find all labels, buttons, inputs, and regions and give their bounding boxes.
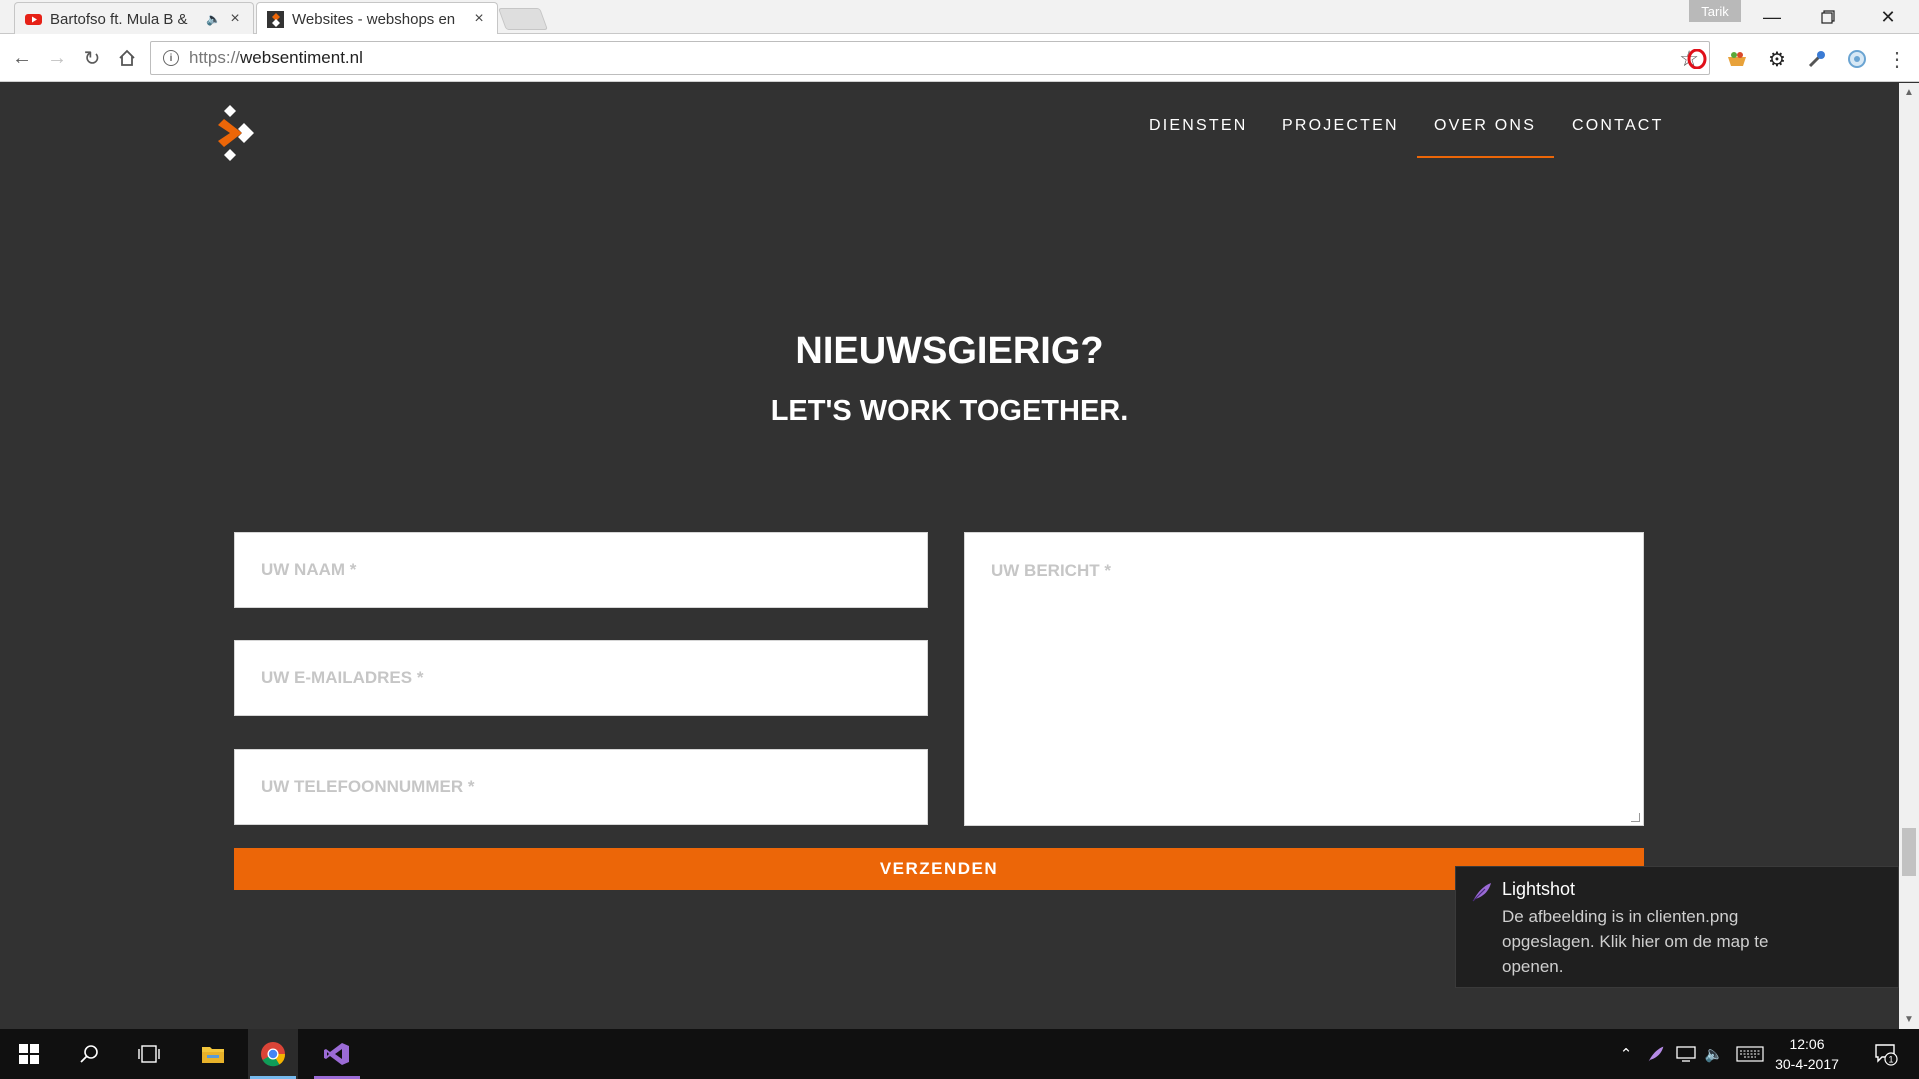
close-window-icon[interactable]: ✕ [1860, 0, 1916, 34]
lightshot-notification[interactable]: Lightshot De afbeelding is in clienten.p… [1455, 866, 1899, 988]
volume-icon[interactable]: 🔈 [1700, 1029, 1728, 1079]
notification-count: 1 [1888, 1055, 1893, 1065]
network-icon[interactable] [1672, 1029, 1700, 1079]
back-arrow-icon[interactable]: ← [8, 44, 36, 72]
file-explorer-icon[interactable] [188, 1029, 238, 1079]
home-icon[interactable] [113, 44, 141, 72]
youtube-icon [25, 13, 42, 25]
notification-title: Lightshot [1502, 879, 1576, 899]
email-input[interactable] [235, 641, 927, 715]
windows-taskbar: ⌃ 🔈 12:06 30-4-2017 1 [0, 1029, 1919, 1079]
section-heading: NIEUWSGIERIG? [795, 330, 1104, 372]
task-view-icon[interactable] [124, 1029, 174, 1079]
action-center-icon[interactable]: 1 [1864, 1029, 1908, 1079]
phone-input[interactable] [235, 750, 927, 824]
search-icon[interactable] [64, 1029, 114, 1079]
menu-kebab-icon[interactable]: ⋮ [1886, 48, 1908, 71]
nav-contact[interactable]: CONTACT [1572, 117, 1664, 135]
visual-studio-icon[interactable] [312, 1029, 362, 1079]
settings-gear-icon[interactable]: ⚙ [1766, 48, 1788, 71]
websentiment-logo[interactable] [216, 105, 256, 161]
phone-field[interactable] [234, 749, 928, 825]
nav-over-ons[interactable]: OVER ONS [1434, 117, 1536, 135]
close-tab-icon[interactable]: × [227, 10, 243, 28]
url-text: https://websentiment.nl [189, 48, 363, 67]
profile-button[interactable]: Tarik [1689, 0, 1741, 22]
resize-handle[interactable] [1631, 813, 1640, 822]
lightshot-tray-icon[interactable] [1642, 1029, 1670, 1079]
forward-arrow-icon[interactable]: → [43, 44, 71, 72]
show-hidden-icons-chevron-icon[interactable]: ⌃ [1614, 1029, 1638, 1079]
browser-toolbar: ← → ↻ i https://websentiment.nl ☆ ⚙ ⋮ [0, 34, 1919, 82]
scroll-thumb[interactable] [1902, 828, 1916, 876]
nav-diensten[interactable]: DIENSTEN [1149, 117, 1248, 135]
section-subheading: LET'S WORK TOGETHER. [770, 395, 1129, 427]
extension-globe-icon[interactable] [1846, 48, 1868, 70]
tab-youtube[interactable]: Bartofso ft. Mula B & 🔈 × [14, 2, 254, 35]
tab-title: Websites - webshops en [292, 10, 456, 28]
close-tab-icon[interactable]: × [471, 10, 487, 28]
name-field[interactable] [234, 532, 928, 608]
restore-icon[interactable] [1800, 0, 1856, 34]
nav-projecten[interactable]: PROJECTEN [1282, 117, 1399, 135]
message-textarea[interactable] [965, 533, 1643, 825]
extension-basket-icon[interactable] [1726, 48, 1748, 70]
chrome-taskbar-icon[interactable] [248, 1029, 298, 1079]
speaker-icon[interactable]: 🔈 [206, 12, 221, 26]
clock-time: 12:06 [1789, 1036, 1825, 1052]
notification-message: De afbeelding is in clienten.png opgesla… [1502, 907, 1769, 976]
new-tab-button[interactable] [497, 8, 549, 30]
reload-icon[interactable]: ↻ [78, 44, 106, 72]
clock-date: 30-4-2017 [1775, 1056, 1839, 1072]
message-field[interactable] [964, 532, 1644, 826]
info-icon[interactable]: i [163, 50, 179, 66]
scroll-up-icon[interactable]: ▲ [1904, 87, 1914, 98]
page-scrollbar[interactable]: ▲ ▼ [1899, 83, 1919, 1029]
windows-start-icon[interactable] [4, 1029, 54, 1079]
scroll-down-icon[interactable]: ▼ [1904, 1014, 1914, 1025]
submit-button[interactable]: VERZENDEN [234, 848, 1644, 890]
minimize-icon[interactable]: — [1744, 0, 1800, 34]
address-bar[interactable]: i https://websentiment.nl ☆ [150, 41, 1710, 75]
lightshot-feather-icon [1472, 883, 1491, 902]
name-input[interactable] [235, 533, 927, 607]
websentiment-favicon-icon [267, 10, 284, 28]
eyedropper-icon[interactable] [1806, 48, 1828, 70]
opera-icon[interactable] [1686, 48, 1708, 70]
tab-websentiment[interactable]: Websites - webshops en × [256, 2, 498, 35]
browser-tab-strip: Bartofso ft. Mula B & 🔈 × Websites - web… [0, 0, 1919, 35]
active-nav-underline [1417, 156, 1554, 158]
email-field[interactable] [234, 640, 928, 716]
system-clock[interactable]: 12:06 30-4-2017 [1762, 1034, 1852, 1074]
tab-title: Bartofso ft. Mula B & [50, 10, 188, 28]
